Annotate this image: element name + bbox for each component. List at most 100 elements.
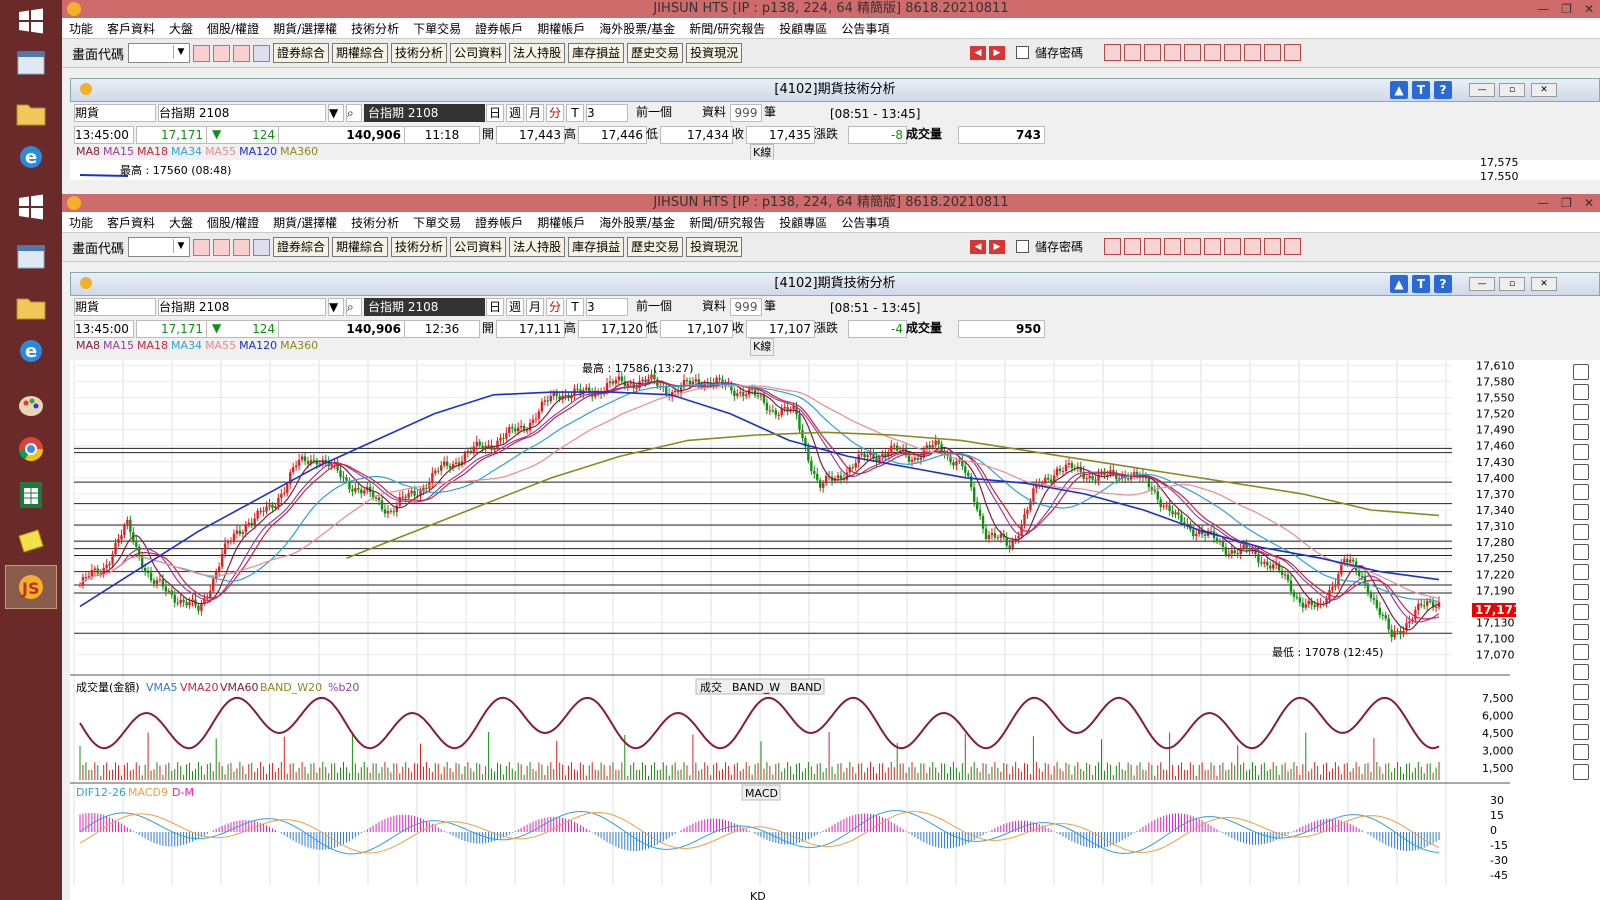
toolbar-button[interactable]: 庫存損益 xyxy=(568,43,625,63)
window-icon[interactable] xyxy=(213,44,231,62)
tool-icon[interactable] xyxy=(1284,238,1302,255)
menu-item[interactable]: 新聞/研究報告 xyxy=(682,20,772,37)
menu-item[interactable]: 證券帳戶 xyxy=(468,20,530,37)
menu-item[interactable]: 大盤 xyxy=(162,20,200,37)
restore-icon[interactable]: ❐ xyxy=(1561,0,1572,18)
dropdown-icon[interactable] xyxy=(253,44,271,62)
arrow-down-icon[interactable] xyxy=(1573,744,1589,760)
search-icon[interactable] xyxy=(193,238,211,256)
help-icon[interactable]: ? xyxy=(1434,275,1452,293)
ellipse-icon[interactable] xyxy=(1573,684,1589,700)
period-button[interactable]: 月 xyxy=(526,298,544,316)
period-button[interactable]: T xyxy=(566,104,584,122)
jihsun-app-icon[interactable]: JS xyxy=(5,565,57,609)
product-select[interactable]: 台指期 2108 xyxy=(158,104,326,122)
period-button[interactable]: 分 xyxy=(546,298,564,316)
crosshair-icon[interactable] xyxy=(1573,644,1589,660)
chevron-down-icon[interactable]: ▼ xyxy=(173,45,188,59)
menu-item[interactable]: 功能 xyxy=(62,214,100,231)
explorer-window-icon[interactable] xyxy=(6,236,56,278)
up-icon[interactable]: ▲ xyxy=(1390,275,1408,293)
diagonal-icon[interactable] xyxy=(1573,584,1589,600)
menu-item[interactable]: 期貨/選擇權 xyxy=(266,20,344,37)
tool-icon[interactable] xyxy=(1264,44,1282,61)
arrow-up-icon[interactable] xyxy=(1573,724,1589,740)
toolbar-button[interactable]: 技術分析 xyxy=(391,237,448,257)
menu-item[interactable]: 海外股票/基金 xyxy=(592,20,682,37)
tool-icon[interactable] xyxy=(1124,238,1142,255)
interval-select[interactable]: 3 xyxy=(586,298,628,316)
menu-item[interactable]: 個股/權證 xyxy=(200,20,266,37)
arc-icon[interactable] xyxy=(1573,404,1589,420)
next-window-icon[interactable]: ▶ xyxy=(989,45,1005,60)
spreadsheet-icon[interactable] xyxy=(6,474,56,516)
menu-item[interactable]: 技術分析 xyxy=(344,214,406,231)
minimize-icon[interactable]: — xyxy=(1469,83,1495,97)
tool-icon[interactable] xyxy=(1264,238,1282,255)
chevron-down-icon[interactable]: ▼ xyxy=(173,239,188,253)
toolbar-button[interactable]: 庫存損益 xyxy=(568,237,625,257)
help-icon[interactable]: ? xyxy=(1434,81,1452,99)
product-select[interactable]: 台指期 2108 xyxy=(158,298,326,316)
menu-item[interactable]: 個股/權證 xyxy=(200,214,266,231)
tool-icon[interactable] xyxy=(1184,238,1202,255)
period-button[interactable]: 週 xyxy=(506,104,524,122)
tool-icon[interactable] xyxy=(1184,44,1202,61)
toolbar-button[interactable]: 歷史交易 xyxy=(627,43,684,63)
restore-icon[interactable]: ❐ xyxy=(1561,194,1572,212)
toolbar-button[interactable]: 公司資料 xyxy=(450,43,507,63)
file-folder-icon[interactable] xyxy=(6,286,56,328)
restore-icon[interactable]: ▫ xyxy=(1499,277,1525,291)
internet-explorer-icon[interactable]: e xyxy=(6,330,56,372)
grid-icon[interactable] xyxy=(1573,484,1589,500)
market-select[interactable]: 期貨 xyxy=(74,104,156,122)
menu-item[interactable]: 投顧專區 xyxy=(772,20,834,37)
layout-icon[interactable] xyxy=(233,238,251,256)
menu-item[interactable]: 大盤 xyxy=(162,214,200,231)
minimize-icon[interactable]: — xyxy=(1469,277,1495,291)
dropdown-icon[interactable]: ▼ xyxy=(328,104,344,122)
text-icon[interactable]: T xyxy=(1412,275,1430,293)
period-button[interactable]: 日 xyxy=(486,104,504,122)
window-icon[interactable] xyxy=(213,238,231,256)
technical-chart[interactable]: 17,610 17,580 17,550 17,520 17,490 17,460 17,4… xyxy=(70,360,1600,900)
menu-item[interactable]: 投顧專區 xyxy=(772,214,834,231)
tool-icon[interactable] xyxy=(1204,238,1222,255)
tool-icon[interactable] xyxy=(1244,44,1262,61)
horizontal-line-icon[interactable] xyxy=(1573,624,1589,640)
vertical-line-icon[interactable] xyxy=(1573,604,1589,620)
prev-window-icon[interactable]: ◀ xyxy=(970,45,986,60)
tool-icon[interactable] xyxy=(1164,238,1182,255)
toolbar-button[interactable]: 投資現況 xyxy=(686,237,743,257)
menu-item[interactable]: 客戶資料 xyxy=(100,214,162,231)
tool-icon[interactable] xyxy=(1144,238,1162,255)
dropdown-icon[interactable] xyxy=(253,238,271,256)
toolbar-button[interactable]: 投資現況 xyxy=(686,43,743,63)
windows-start-icon[interactable] xyxy=(6,186,56,228)
tool-icon[interactable] xyxy=(1224,44,1242,61)
screen-code-combo[interactable]: ▼ xyxy=(128,237,191,257)
menu-item[interactable]: 下單交易 xyxy=(406,20,468,37)
dropdown-icon[interactable]: ▼ xyxy=(328,298,344,316)
bars-icon[interactable] xyxy=(1573,704,1589,720)
angle-icon[interactable] xyxy=(1573,564,1589,580)
fan-icon[interactable] xyxy=(1573,544,1589,560)
prev-button[interactable]: 前一個 xyxy=(636,298,672,314)
next-window-icon[interactable]: ▶ xyxy=(989,239,1005,254)
menu-item[interactable]: 客戶資料 xyxy=(100,20,162,37)
toolbar-button[interactable]: 期權綜合 xyxy=(332,237,389,257)
chrome-icon[interactable] xyxy=(6,428,56,470)
remember-password-checkbox[interactable] xyxy=(1016,46,1029,59)
menu-item[interactable]: 新聞/研究報告 xyxy=(682,214,772,231)
file-folder-icon[interactable] xyxy=(6,92,56,134)
search-icon[interactable]: ⌕ xyxy=(346,104,362,122)
paint-icon[interactable] xyxy=(6,384,56,426)
menu-item[interactable]: 期貨/選擇權 xyxy=(266,214,344,231)
search-icon[interactable] xyxy=(193,44,211,62)
period-button[interactable]: 日 xyxy=(486,298,504,316)
cursor-icon[interactable] xyxy=(1573,384,1589,400)
vol-tab[interactable]: BAND xyxy=(790,681,822,694)
lines-icon[interactable] xyxy=(1573,444,1589,460)
restore-icon[interactable]: ▫ xyxy=(1499,83,1525,97)
vol-tab[interactable]: BAND_W xyxy=(732,681,780,694)
